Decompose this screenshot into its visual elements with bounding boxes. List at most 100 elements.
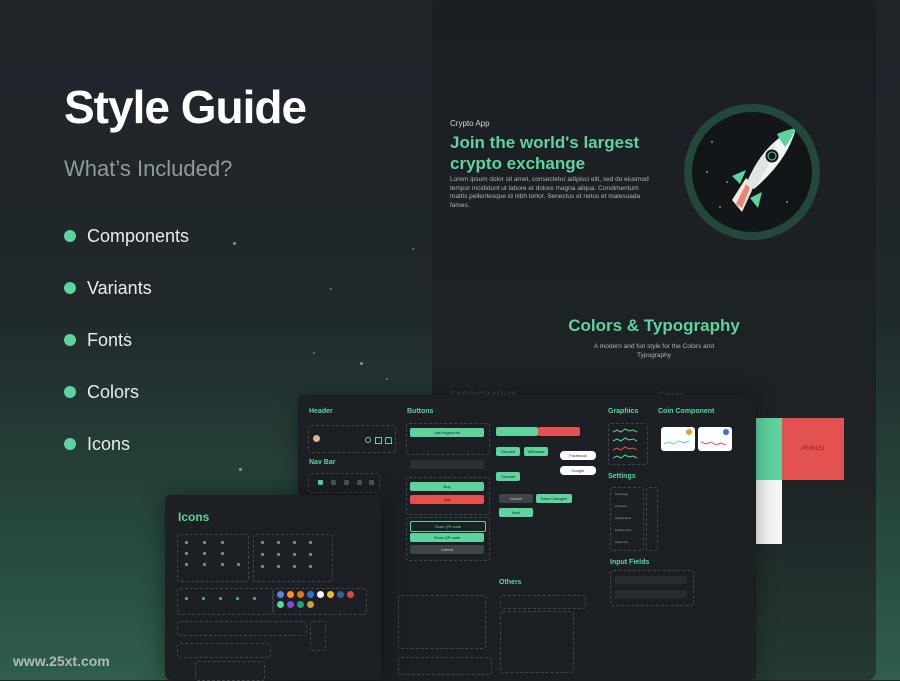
text-input[interactable]	[615, 590, 687, 598]
numpad-preview	[398, 657, 492, 675]
search-icon[interactable]	[365, 437, 371, 443]
transfer-button[interactable]: Transfer	[496, 472, 520, 481]
deposit-button[interactable]: Deposit	[496, 447, 520, 456]
clock-icon	[277, 565, 280, 568]
globe-icon	[293, 565, 296, 568]
bnb-icon	[327, 591, 334, 598]
navbar-preview	[308, 473, 380, 493]
navbar-section-title: Nav Bar	[309, 459, 336, 466]
star	[239, 468, 242, 471]
settings-toggles	[646, 487, 658, 551]
info-icon	[293, 553, 296, 556]
refresh-icon	[261, 541, 264, 544]
calendar-icon	[261, 565, 264, 568]
coin-component-title: Coin Component	[658, 408, 715, 415]
toggle-right[interactable]	[538, 427, 580, 436]
fingerprint-button[interactable]: Use fingerprint	[410, 428, 484, 437]
bullet-icon	[64, 282, 76, 294]
disabled-button[interactable]	[410, 460, 484, 469]
feature-list: Components Variants Fonts Colors Icons	[64, 210, 189, 470]
text-input[interactable]	[615, 576, 687, 584]
sell-button[interactable]: Sell	[410, 495, 484, 504]
feature-label: Variants	[87, 277, 152, 298]
withdraw-button[interactable]: Withdraw	[524, 447, 548, 456]
coin-card[interactable]	[661, 427, 695, 451]
settings-list: Language Currency Appearance Preferences…	[610, 487, 644, 551]
settings-item[interactable]: Currency	[615, 504, 627, 508]
bitcoin-icon	[287, 591, 294, 598]
coin-icon	[277, 601, 284, 608]
avatar	[313, 435, 320, 442]
trash-icon	[309, 565, 312, 568]
scan-qr-button[interactable]: Scan QR code	[410, 521, 486, 532]
buttons-section-title: Buttons	[407, 408, 434, 415]
cancel-button[interactable]: Cancel	[410, 545, 484, 554]
bullet-icon	[64, 438, 76, 450]
settings-section-title: Settings	[608, 473, 636, 480]
swatch-green	[752, 418, 782, 480]
watermark: www.25xt.com	[13, 653, 110, 669]
feature-label: Fonts	[87, 329, 133, 350]
receive-icon	[293, 541, 296, 544]
icon-grid	[177, 588, 273, 615]
toggle-left[interactable]	[496, 427, 538, 436]
header-preview	[308, 425, 396, 453]
settings-item[interactable]: Preferences	[615, 528, 631, 532]
icon-row	[177, 621, 307, 636]
star	[233, 242, 236, 245]
lock-icon	[221, 541, 224, 544]
gear-icon	[203, 552, 206, 555]
share-icon	[236, 597, 239, 600]
coin-card[interactable]	[698, 427, 732, 451]
copy-icon	[219, 597, 222, 600]
star	[360, 362, 363, 365]
profile-icon[interactable]	[369, 480, 374, 485]
chart-icon	[185, 552, 188, 555]
bell-icon	[203, 563, 206, 566]
save-changes-button[interactable]: Save Changes	[536, 494, 572, 503]
table-preview	[398, 595, 486, 649]
graphics-section-title: Graphics	[608, 408, 639, 415]
star	[412, 248, 414, 250]
shield-icon	[203, 541, 206, 544]
wallet-icon	[185, 541, 188, 544]
show-qr-button[interactable]: Show QR code	[410, 533, 484, 542]
feature-item: Variants	[64, 262, 189, 314]
download-icon	[185, 597, 188, 600]
feature-item: Colors	[64, 366, 189, 418]
token-icon	[317, 591, 324, 598]
market-icon[interactable]	[331, 480, 336, 485]
settings-item[interactable]: Appearance	[615, 516, 631, 520]
history-icon[interactable]	[357, 480, 362, 485]
icons-title: Icons	[178, 510, 210, 524]
home-icon	[221, 563, 224, 566]
settings-item[interactable]: About Us	[615, 540, 627, 544]
google-button[interactable]: Google	[560, 466, 596, 475]
icon-row	[195, 661, 265, 681]
icons-panel: Icons	[165, 495, 381, 681]
doge-icon	[307, 601, 314, 608]
star	[330, 288, 332, 290]
home-icon[interactable]	[318, 480, 323, 485]
buy-button[interactable]: Buy	[410, 482, 484, 491]
star	[313, 352, 315, 354]
bell-icon[interactable]	[385, 437, 392, 444]
scan-icon[interactable]	[375, 437, 382, 444]
wallet-icon[interactable]	[344, 480, 349, 485]
section-subtitle: A modern and fun style for the Colors an…	[594, 343, 714, 359]
settings-item[interactable]: Language	[615, 492, 628, 496]
facebook-button[interactable]: Facebook	[560, 451, 596, 460]
next-button[interactable]: Next	[499, 508, 533, 517]
card-icon	[185, 563, 188, 566]
hero-subtitle: What’s Included?	[64, 156, 233, 181]
input-fields-preview	[610, 570, 694, 606]
mail-icon	[309, 553, 312, 556]
cancel-small-button[interactable]: Cancel	[499, 494, 533, 503]
page-title: Style Guide	[64, 81, 307, 133]
rocket-icon	[692, 112, 812, 232]
fingerprint-icon	[310, 621, 326, 651]
qr-icon	[309, 541, 312, 544]
user-icon	[221, 552, 224, 555]
usdc-icon	[307, 591, 314, 598]
feature-item: Fonts	[64, 314, 189, 366]
